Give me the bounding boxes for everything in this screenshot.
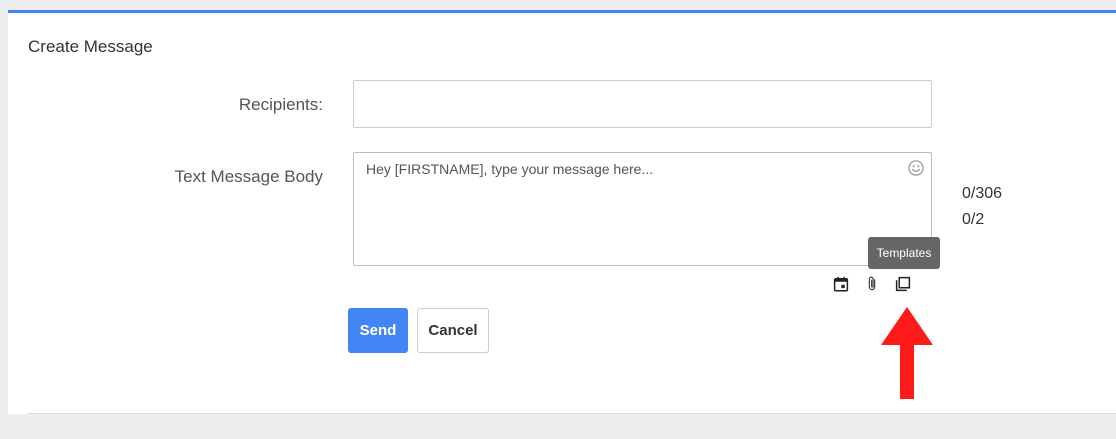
message-body-textarea[interactable]: Hey [FIRSTNAME], type your message here.… [353, 152, 932, 266]
templates-tooltip: Templates [868, 237, 940, 269]
create-message-panel: Create Message Recipients: Text Message … [8, 10, 1116, 414]
calendar-icon[interactable] [832, 275, 850, 293]
page-title: Create Message [28, 37, 153, 56]
paperclip-icon[interactable] [863, 275, 881, 293]
cancel-button[interactable]: Cancel [417, 308, 489, 353]
recipients-label: Recipients: [238, 95, 323, 114]
red-arrow-annotation [881, 307, 933, 399]
send-button[interactable]: Send [348, 308, 408, 353]
message-body-placeholder: Hey [FIRSTNAME], type your message here.… [366, 161, 654, 177]
templates-icon[interactable] [894, 275, 912, 293]
character-count: 0/306 [962, 185, 1003, 202]
message-body-label: Text Message Body [174, 167, 323, 186]
message-counters: 0/306 0/2 [962, 181, 1002, 233]
segment-count: 0/2 [962, 211, 985, 228]
panel-divider [28, 413, 1116, 414]
recipients-input[interactable] [353, 80, 932, 128]
emoji-icon[interactable] [907, 159, 925, 177]
